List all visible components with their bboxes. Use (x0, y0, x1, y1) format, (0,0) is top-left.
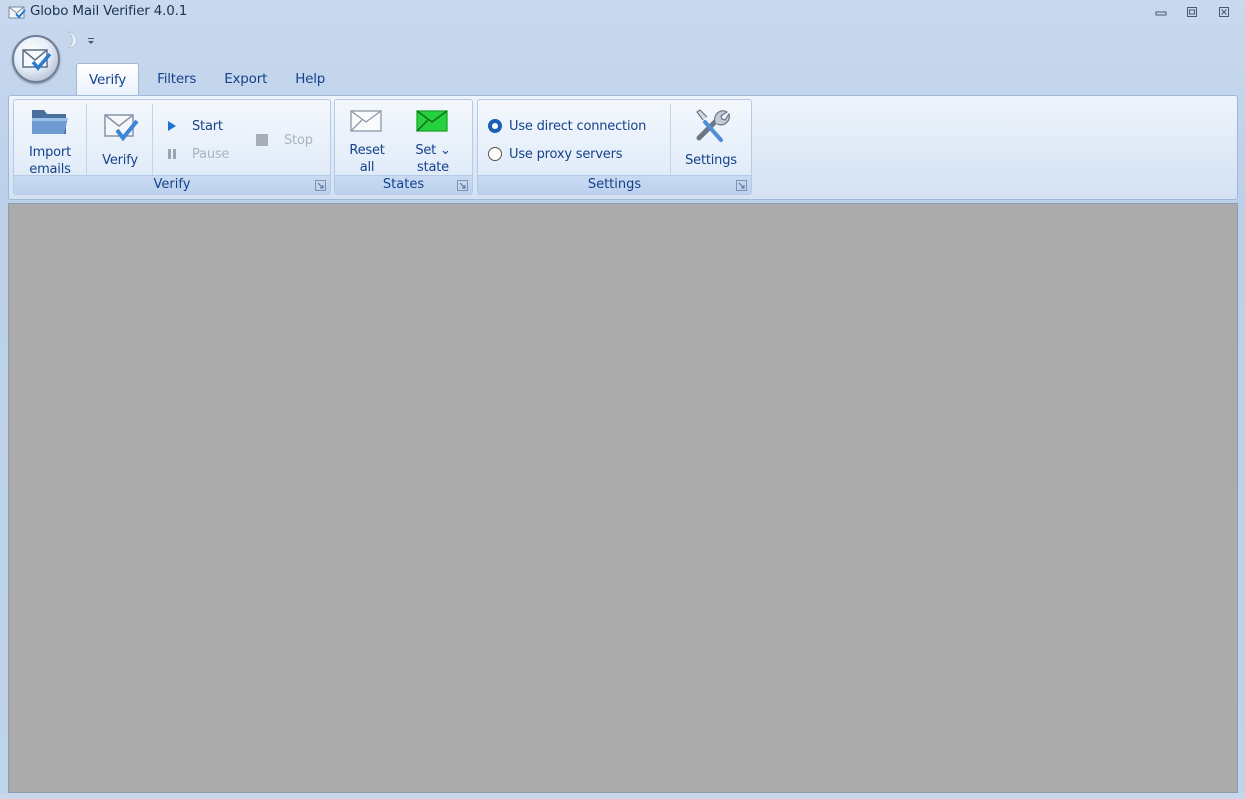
settings-label: Settings (685, 153, 737, 168)
workspace-area[interactable] (8, 203, 1238, 793)
tools-icon (691, 106, 731, 146)
mail-check-icon (22, 49, 52, 71)
green-envelope-icon (413, 106, 453, 136)
restore-icon[interactable] (1183, 4, 1201, 20)
minimize-icon[interactable] (1152, 4, 1170, 20)
quick-access-icon[interactable] (64, 30, 86, 50)
dialog-launcher-icon[interactable] (736, 180, 747, 191)
separator (152, 104, 153, 176)
states-group: Reset all Set ⌄ state States (334, 99, 473, 195)
mail-check-icon (8, 4, 26, 20)
radio-unselected-icon (488, 147, 502, 161)
import-emails-button[interactable]: Import emails (20, 102, 80, 176)
dialog-launcher-icon[interactable] (315, 180, 326, 191)
proxy-servers-radio[interactable]: Use proxy servers (488, 144, 623, 164)
separator (86, 104, 87, 176)
settings-group: Use direct connection Use proxy servers … (477, 99, 752, 195)
pause-icon (164, 146, 180, 162)
tab-verify[interactable]: Verify (76, 63, 140, 96)
separator (670, 104, 671, 176)
ribbon-tabs: Verify Filters Export Help (76, 63, 339, 96)
verify-label: Verify (102, 153, 138, 168)
dialog-launcher-icon[interactable] (457, 180, 468, 191)
tab-export[interactable]: Export (210, 63, 281, 96)
title-bar: Globo Mail Verifier 4.0.1 (0, 0, 1245, 26)
close-icon[interactable] (1215, 4, 1233, 20)
group-label: Verify (14, 175, 330, 194)
stop-button[interactable]: Stop (254, 130, 313, 150)
direct-connection-radio[interactable]: Use direct connection (488, 116, 646, 136)
radio-selected-icon (488, 119, 502, 133)
set-state-button[interactable]: Set ⌄ state (401, 102, 465, 176)
reset-all-button[interactable]: Reset all (339, 102, 395, 176)
group-label: Settings (478, 175, 751, 194)
import-emails-label: Import emails (29, 145, 71, 176)
verify-button[interactable]: Verify (92, 102, 148, 176)
bottom-border (0, 793, 1245, 799)
play-icon (164, 118, 180, 134)
start-button[interactable]: Start (164, 116, 223, 136)
pause-button[interactable]: Pause (164, 144, 229, 164)
stop-icon (254, 132, 270, 148)
settings-button[interactable]: Settings (676, 102, 746, 176)
verify-group: Import emails Verify Start Pause Stop Ve… (13, 99, 331, 195)
reset-all-label: Reset all (349, 143, 385, 175)
application-menu-button[interactable] (12, 35, 60, 83)
folder-icon (30, 106, 70, 138)
ribbon: Import emails Verify Start Pause Stop Ve… (8, 95, 1238, 200)
group-label: States (335, 175, 472, 194)
envelope-icon (347, 106, 387, 136)
window-title: Globo Mail Verifier 4.0.1 (30, 3, 188, 19)
quick-access-dropdown-icon[interactable] (87, 34, 95, 44)
set-state-label: Set ⌄ state (415, 143, 451, 175)
verify-mail-icon (100, 106, 140, 146)
tab-filters[interactable]: Filters (139, 63, 210, 96)
tab-help[interactable]: Help (281, 63, 339, 96)
